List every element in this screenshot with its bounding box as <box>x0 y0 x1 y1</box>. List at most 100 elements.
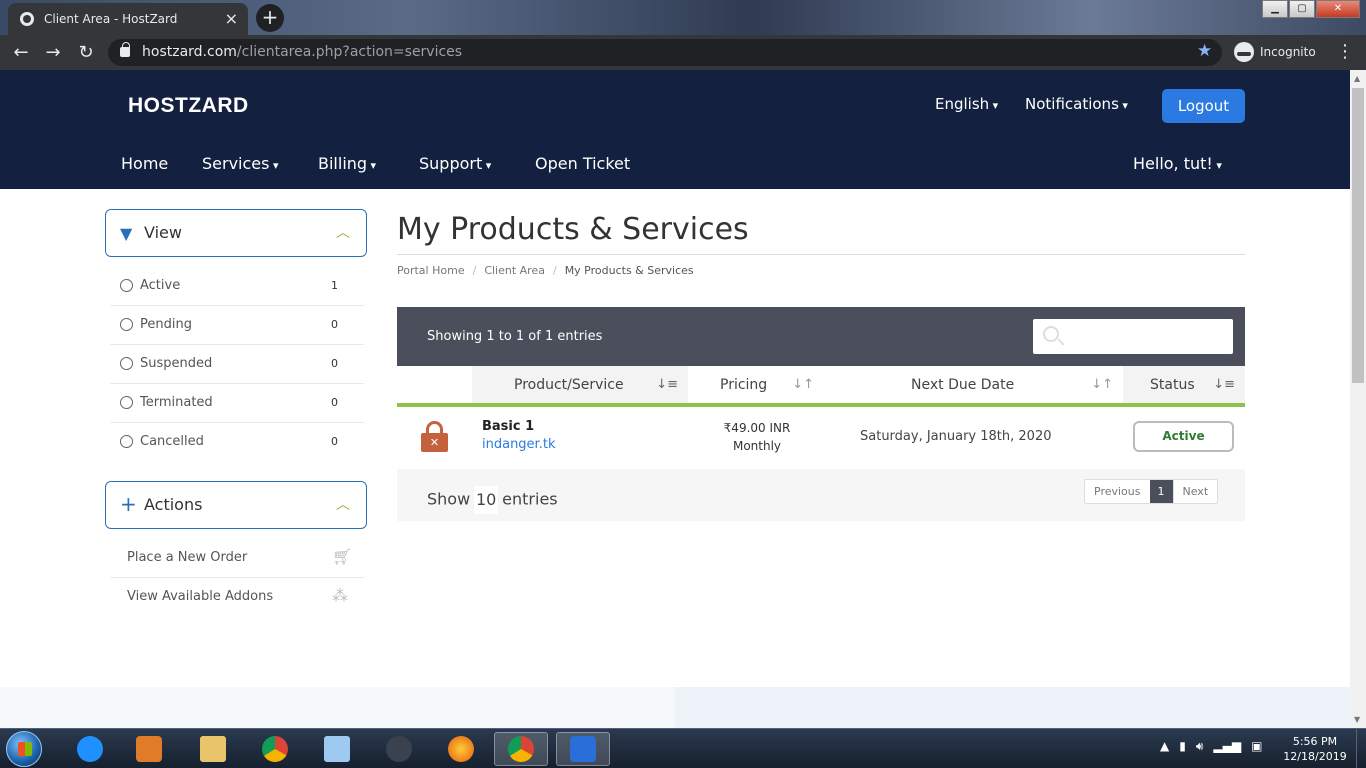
sort-icon: ↓↑ <box>792 377 814 392</box>
url-input[interactable]: hostzard.com/clientarea.php?action=servi… <box>108 39 1222 66</box>
malwarebytes-icon[interactable] <box>556 732 610 766</box>
minimize-button[interactable]: ▁ <box>1262 0 1288 18</box>
table-row[interactable]: ✕ Basic 1 indanger.tk ₹49.00 INR Monthly… <box>397 407 1245 469</box>
bookmark-star-icon[interactable]: ★ <box>1197 41 1212 61</box>
site-header: HOSTZARD English Notifications Logout Ho… <box>0 70 1350 189</box>
window-close-button[interactable]: ✕ <box>1316 0 1360 18</box>
browser-tab[interactable]: Client Area - HostZard × <box>8 3 248 35</box>
clock-date: 12/18/2019 <box>1283 750 1347 763</box>
radio-icon[interactable] <box>120 357 133 370</box>
media-player-icon[interactable] <box>122 732 176 766</box>
lock-icon: ✕ <box>421 421 448 452</box>
maximize-button[interactable]: ▢ <box>1289 0 1315 18</box>
new-tab-button[interactable]: + <box>256 4 284 32</box>
page-1-button[interactable]: 1 <box>1149 480 1173 503</box>
nox-icon[interactable] <box>372 732 426 766</box>
filter-item-cancelled[interactable]: Cancelled 0 <box>110 423 364 462</box>
url-path: /clientarea.php?action=services <box>236 44 463 60</box>
notifications-dropdown[interactable]: Notifications <box>1025 95 1128 113</box>
view-panel-header[interactable]: ▼ View ︿ <box>105 209 367 257</box>
nav-home[interactable]: Home <box>121 154 168 173</box>
user-menu[interactable]: Hello, tut! <box>1133 154 1222 173</box>
menu-kebab-icon[interactable]: ⋮ <box>1336 41 1354 62</box>
logout-button[interactable]: Logout <box>1162 89 1245 123</box>
filter-item-terminated[interactable]: Terminated 0 <box>110 384 364 423</box>
clock-time: 5:56 PM <box>1292 735 1338 748</box>
signal-icon[interactable]: ▂▄▆ <box>1213 739 1241 754</box>
table-header: Product/Service ↓≡ Pricing ↓↑ Next Due D… <box>397 366 1245 404</box>
actions-panel-header[interactable]: + Actions ︿ <box>105 481 367 529</box>
show-desktop-button[interactable] <box>1356 729 1366 768</box>
next-due-date: Saturday, January 18th, 2020 <box>860 429 1052 444</box>
product-name: Basic 1 <box>482 419 535 434</box>
sort-icon: ↓↑ <box>1091 377 1113 392</box>
nav-billing[interactable]: Billing <box>318 154 376 173</box>
tab-close-icon[interactable]: × <box>225 9 238 28</box>
view-addons-link[interactable]: View Available Addons ⁂ <box>110 578 364 617</box>
radio-icon[interactable] <box>120 318 133 331</box>
product-domain-link[interactable]: indanger.tk <box>482 437 555 452</box>
scrollbar-thumb[interactable] <box>1352 88 1364 383</box>
windows-taskbar: ▲ ▮ 🔊︎ ▂▄▆ ▣ 5:56 PM 12/18/2019 <box>0 728 1366 768</box>
radio-icon[interactable] <box>120 279 133 292</box>
column-pricing[interactable]: Pricing ↓↑ <box>688 366 824 404</box>
taskbar-clock[interactable]: 5:56 PM 12/18/2019 <box>1280 734 1350 764</box>
incognito-indicator[interactable]: Incognito <box>1234 42 1316 62</box>
nav-open-ticket[interactable]: Open Ticket <box>535 154 630 173</box>
page-scrollbar[interactable]: ▲ ▼ <box>1350 70 1366 728</box>
filter-item-pending[interactable]: Pending 0 <box>110 306 364 345</box>
windows-logo-icon <box>18 742 32 756</box>
chevron-up-icon[interactable]: ︿ <box>336 494 350 514</box>
product-pricing: ₹49.00 INR Monthly <box>697 419 817 455</box>
title-divider <box>397 254 1245 255</box>
breadcrumb-portal-home[interactable]: Portal Home <box>397 264 465 277</box>
start-button[interactable] <box>6 731 42 767</box>
file-explorer-icon[interactable] <box>186 732 240 766</box>
status-badge[interactable]: Active <box>1133 421 1234 452</box>
column-product-service[interactable]: Product/Service ↓≡ <box>472 366 688 404</box>
pagination: Previous 1 Next <box>1084 479 1219 504</box>
network-icon[interactable]: ▣ <box>1251 739 1262 754</box>
chevron-up-icon[interactable]: ︿ <box>336 222 350 242</box>
price-amount: ₹49.00 INR <box>723 421 791 435</box>
scroll-down-icon[interactable]: ▼ <box>1354 715 1360 724</box>
notepad-icon[interactable] <box>310 732 364 766</box>
radio-icon[interactable] <box>120 435 133 448</box>
table-search-input[interactable] <box>1033 319 1233 354</box>
filter-count: 0 <box>331 435 338 448</box>
column-label: Next Due Date <box>911 377 1015 393</box>
filter-icon: ▼ <box>120 224 133 243</box>
reload-icon[interactable]: ↻ <box>75 42 97 64</box>
scroll-up-icon[interactable]: ▲ <box>1354 74 1360 83</box>
filter-item-suspended[interactable]: Suspended 0 <box>110 345 364 384</box>
showing-entries: Showing 1 to 1 of 1 entries <box>427 329 603 344</box>
filter-count: 0 <box>331 396 338 409</box>
place-new-order-link[interactable]: Place a New Order 🛒︎ <box>110 539 364 578</box>
battery-icon[interactable]: ▮ <box>1179 739 1186 754</box>
back-arrow-icon[interactable]: ← <box>10 42 32 64</box>
search-icon <box>1043 326 1059 342</box>
volume-icon[interactable]: 🔊︎ <box>1196 739 1204 754</box>
globe-icon <box>20 12 34 26</box>
filter-item-active[interactable]: Active 1 <box>110 267 364 306</box>
tray-expand-icon[interactable]: ▲ <box>1160 739 1169 754</box>
forward-arrow-icon[interactable]: → <box>42 42 64 64</box>
incognito-label: Incognito <box>1260 45 1316 59</box>
site-logo[interactable]: HOSTZARD <box>128 94 249 118</box>
firefox-icon[interactable] <box>434 732 488 766</box>
address-bar: ← → ↻ hostzard.com/clientarea.php?action… <box>0 35 1366 70</box>
internet-explorer-icon[interactable] <box>63 732 117 766</box>
column-next-due-date[interactable]: Next Due Date ↓↑ <box>824 366 1123 404</box>
nav-support[interactable]: Support <box>419 154 491 173</box>
filter-label: Active <box>140 278 181 293</box>
radio-icon[interactable] <box>120 396 133 409</box>
page-length-select[interactable]: 10 <box>474 486 499 514</box>
language-dropdown[interactable]: English <box>935 95 998 113</box>
chrome-icon[interactable] <box>248 732 302 766</box>
chrome-active-icon[interactable] <box>494 732 548 766</box>
breadcrumb-client-area[interactable]: Client Area <box>484 264 545 277</box>
nav-services[interactable]: Services <box>202 154 279 173</box>
previous-page-button[interactable]: Previous <box>1085 480 1150 503</box>
next-page-button[interactable]: Next <box>1172 480 1218 503</box>
column-status[interactable]: Status ↓≡ <box>1123 366 1245 404</box>
